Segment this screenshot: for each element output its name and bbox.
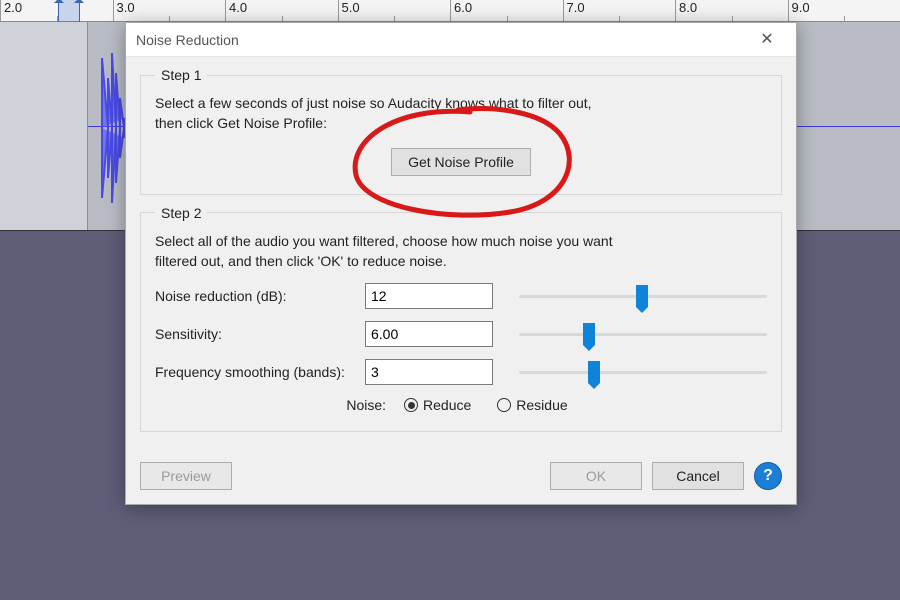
ruler-tick: 8.0 bbox=[675, 0, 788, 21]
param-noise-reduction: Noise reduction (dB): bbox=[155, 283, 767, 309]
slider-thumb[interactable] bbox=[583, 323, 595, 345]
track-header[interactable] bbox=[0, 22, 88, 230]
noise-reduction-input[interactable] bbox=[365, 283, 493, 309]
sensitivity-slider[interactable] bbox=[519, 323, 767, 345]
noise-residue-radio[interactable]: Residue bbox=[497, 397, 567, 413]
step1-line2: then click Get Noise Profile: bbox=[155, 115, 327, 131]
ruler-tick: 7.0 bbox=[563, 0, 676, 21]
step1-group: Step 1 Select a few seconds of just nois… bbox=[140, 67, 782, 195]
close-icon[interactable]: ✕ bbox=[748, 32, 786, 48]
radio-icon bbox=[497, 398, 511, 412]
step2-line1: Select all of the audio you want filtere… bbox=[155, 233, 613, 249]
param-freq-smoothing: Frequency smoothing (bands): bbox=[155, 359, 767, 385]
noise-reduction-slider[interactable] bbox=[519, 285, 767, 307]
slider-track bbox=[519, 333, 767, 336]
step2-legend: Step 2 bbox=[155, 205, 207, 221]
noise-reduction-label: Noise reduction (dB): bbox=[155, 288, 365, 304]
sensitivity-input[interactable] bbox=[365, 321, 493, 347]
freq-smoothing-input[interactable] bbox=[365, 359, 493, 385]
step1-line1: Select a few seconds of just noise so Au… bbox=[155, 95, 592, 111]
step2-line2: filtered out, and then click 'OK' to red… bbox=[155, 253, 447, 269]
help-button[interactable]: ? bbox=[754, 462, 782, 490]
noise-mode-row: Noise: Reduce Residue bbox=[155, 397, 767, 413]
radio-icon bbox=[404, 398, 418, 412]
ruler-tick: 3.0 bbox=[113, 0, 226, 21]
dialog-titlebar[interactable]: Noise Reduction ✕ bbox=[126, 23, 796, 57]
ruler-tick: 4.0 bbox=[225, 0, 338, 21]
step2-instructions: Select all of the audio you want filtere… bbox=[155, 231, 767, 272]
ruler-tick: 2.0 bbox=[0, 0, 113, 21]
slider-track bbox=[519, 371, 767, 374]
noise-label: Noise: bbox=[346, 397, 386, 413]
help-icon: ? bbox=[763, 467, 773, 485]
radio-label: Residue bbox=[516, 397, 567, 413]
step1-legend: Step 1 bbox=[155, 67, 207, 83]
step1-instructions: Select a few seconds of just noise so Au… bbox=[155, 93, 767, 134]
ruler-tick: 9.0 bbox=[788, 0, 900, 21]
sensitivity-label: Sensitivity: bbox=[155, 326, 365, 342]
slider-thumb[interactable] bbox=[636, 285, 648, 307]
ruler-tick: 6.0 bbox=[450, 0, 563, 21]
dialog-title: Noise Reduction bbox=[136, 32, 748, 48]
step2-group: Step 2 Select all of the audio you want … bbox=[140, 205, 782, 433]
ok-button[interactable]: OK bbox=[550, 462, 642, 490]
param-sensitivity: Sensitivity: bbox=[155, 321, 767, 347]
cancel-button[interactable]: Cancel bbox=[652, 462, 744, 490]
noise-reduction-dialog: Noise Reduction ✕ Step 1 Select a few se… bbox=[125, 22, 797, 505]
preview-button[interactable]: Preview bbox=[140, 462, 232, 490]
ruler-tick: 5.0 bbox=[338, 0, 451, 21]
radio-label: Reduce bbox=[423, 397, 471, 413]
freq-smoothing-slider[interactable] bbox=[519, 361, 767, 383]
dialog-footer: Preview OK Cancel ? bbox=[126, 456, 796, 504]
freq-smoothing-label: Frequency smoothing (bands): bbox=[155, 364, 365, 380]
get-noise-profile-button[interactable]: Get Noise Profile bbox=[391, 148, 531, 176]
noise-reduce-radio[interactable]: Reduce bbox=[404, 397, 471, 413]
slider-thumb[interactable] bbox=[588, 361, 600, 383]
timeline-ruler[interactable]: 2.0 3.0 4.0 5.0 6.0 7.0 8.0 9.0 bbox=[0, 0, 900, 22]
